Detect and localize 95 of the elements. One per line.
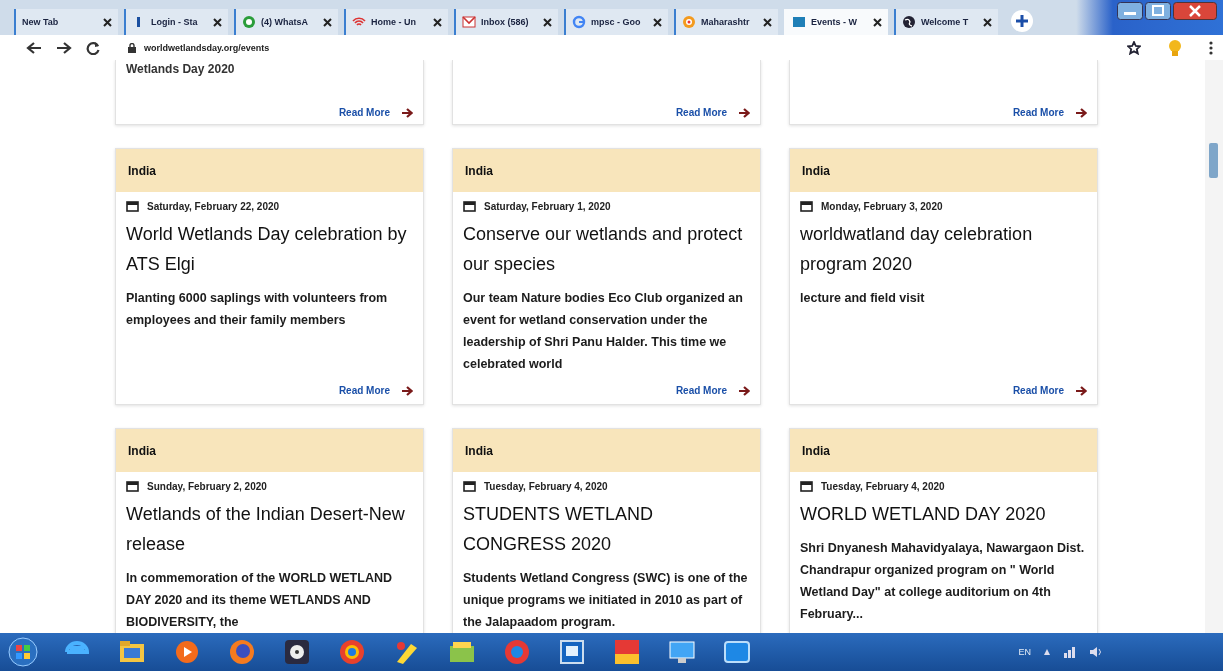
close-icon[interactable] — [763, 17, 772, 27]
square-icon — [792, 15, 806, 29]
close-icon[interactable] — [543, 17, 552, 27]
back-icon[interactable] — [26, 40, 42, 55]
address-bar[interactable]: worldwetlandsday.org/events — [128, 42, 1101, 53]
language-indicator[interactable]: EN — [1018, 647, 1031, 657]
region-header: India — [116, 149, 423, 192]
card-title[interactable]: WORLD WETLAND DAY 2020 — [790, 497, 1097, 529]
event-date: Sunday, February 2, 2020 — [147, 480, 267, 492]
start-icon[interactable] — [8, 637, 38, 667]
close-icon[interactable] — [653, 17, 662, 27]
region-header: India — [790, 429, 1097, 472]
arrow-icon[interactable] — [402, 385, 413, 396]
minimize-icon[interactable] — [1117, 2, 1143, 20]
calendar-icon — [800, 480, 813, 492]
card-description: Shri Dnyanesh Mahavidyalaya, Nawargaon Dist. Chandrapur organized program on " World Wetland Day" at college auditorium on 4th February... — [800, 540, 1086, 623]
close-icon[interactable] — [103, 17, 112, 27]
event-date: Tuesday, February 4, 2020 — [821, 480, 945, 492]
reload-icon[interactable] — [86, 40, 100, 55]
tab-title: mpsc - Goo — [591, 17, 642, 27]
browser-tab[interactable]: Inbox (586) — [454, 9, 558, 35]
arrow-icon[interactable] — [739, 385, 750, 396]
star-icon[interactable] — [1127, 40, 1141, 55]
card-description: In commemoration of the WORLD WETLAND DAY 2020 and its theme WETLANDS AND BIODIVERSITY, the — [126, 570, 393, 631]
read-more-link[interactable]: Read More — [1012, 107, 1064, 118]
tab-title: New Tab — [22, 17, 60, 27]
close-icon[interactable] — [983, 17, 992, 27]
arrow-icon[interactable] — [1076, 385, 1087, 396]
card-title[interactable]: Conserve our wetlands and protect our species — [453, 217, 760, 279]
browser-tab[interactable]: Events - W — [784, 9, 888, 35]
arrow-icon[interactable] — [739, 107, 750, 118]
calendar-icon — [800, 200, 813, 212]
calendar-icon — [463, 200, 476, 212]
tab-title: Login - Sta — [151, 17, 199, 27]
region-header: India — [453, 429, 760, 472]
browser-tab[interactable]: Login - Sta — [124, 9, 228, 35]
card-description: Students Wetland Congress (SWC) is one of the unique programs we initiated in 2010 as part of the Jalapaadom program. — [463, 570, 749, 631]
browser-tab[interactable]: Welcome T — [894, 9, 998, 35]
close-icon[interactable] — [213, 17, 222, 27]
browser-tab[interactable]: New Tab — [14, 9, 118, 35]
arrow-icon[interactable] — [1076, 107, 1087, 118]
plus-icon[interactable] — [1010, 9, 1034, 33]
event-date: Saturday, February 22, 2020 — [147, 200, 280, 212]
close-icon[interactable] — [873, 17, 882, 27]
url-text: worldwetlandsday.org/events — [144, 42, 270, 53]
speaker-icon[interactable] — [1089, 646, 1103, 658]
event-date: Monday, February 3, 2020 — [821, 200, 943, 212]
card-description: Planting 6000 saplings with volunteers from employees and their family members — [126, 290, 389, 329]
maximize-icon[interactable] — [1145, 2, 1171, 20]
card-title[interactable]: World Wetlands Day celebration by ATS Elgi — [116, 217, 423, 279]
region-header: India — [790, 149, 1097, 192]
read-more-link[interactable]: Read More — [338, 107, 390, 118]
card-title[interactable]: Wetlands of the Indian Desert-New release — [116, 497, 423, 559]
scrollbar-thumb[interactable] — [1209, 143, 1218, 178]
read-more-link[interactable]: Read More — [675, 107, 727, 118]
close-icon[interactable] — [433, 17, 442, 27]
read-more-link[interactable]: Read More — [1012, 385, 1064, 396]
card-title[interactable]: STUDENTS WETLAND CONGRESS 2020 — [453, 497, 760, 559]
card-title[interactable]: worldwatland day celebration program 2020 — [790, 217, 1097, 279]
read-more-link[interactable]: Read More — [338, 385, 390, 396]
arrow-up-icon[interactable] — [1043, 648, 1051, 656]
circle-icon — [682, 15, 696, 29]
arrow-icon[interactable] — [402, 107, 413, 118]
region-header: India — [116, 429, 423, 472]
forward-icon[interactable] — [56, 40, 72, 55]
tab-title: (4) WhatsA — [261, 17, 309, 27]
network-icon[interactable] — [1063, 646, 1077, 658]
calendar-icon — [463, 480, 476, 492]
card-description: lecture and field visit — [800, 290, 926, 307]
browser-tab[interactable]: mpsc - Goo — [564, 9, 668, 35]
tab-title: Inbox (586) — [481, 17, 530, 27]
browser-tab[interactable]: Home - Un — [344, 9, 448, 35]
tab-title: Home - Un — [371, 17, 417, 27]
chat-icon — [242, 15, 256, 29]
tab-title: Maharashtr — [701, 17, 751, 27]
browser-tab[interactable]: (4) WhatsA — [234, 9, 338, 35]
letter-g-icon — [572, 15, 586, 29]
calendar-icon — [126, 200, 139, 212]
close-icon[interactable] — [323, 17, 332, 27]
close-icon[interactable] — [1173, 2, 1217, 20]
lock-icon — [128, 42, 136, 53]
tab-title: Events - W — [811, 17, 858, 27]
event-date: Saturday, February 1, 2020 — [484, 200, 611, 212]
browser-tab[interactable]: Maharashtr — [674, 9, 778, 35]
menu-icon[interactable] — [1209, 40, 1213, 55]
globe-icon — [902, 15, 916, 29]
calendar-icon — [126, 480, 139, 492]
read-more-link[interactable]: Read More — [675, 385, 727, 396]
tab-title: Welcome T — [921, 17, 970, 27]
card-description: Our team Nature bodies Eco Club organized an event for wetland conservation under the leadership of Shri Panu Halder. This time we celebrated world — [463, 290, 744, 373]
card-title: Wetlands Day 2020 — [126, 62, 236, 76]
mail-icon — [462, 15, 476, 29]
scrollbar[interactable] — [1205, 60, 1223, 633]
event-date: Tuesday, February 4, 2020 — [484, 480, 608, 492]
region-header: India — [453, 149, 760, 192]
